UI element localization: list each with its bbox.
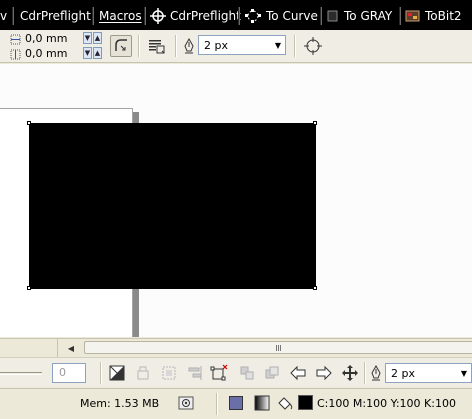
- macro-button-label: CdrPreflight: [170, 9, 241, 23]
- width-spinner[interactable]: ▼ ▲: [83, 32, 103, 44]
- outline-pen-icon: [370, 364, 382, 384]
- arrow-right-icon[interactable]: [315, 364, 333, 382]
- spin-down-arrow[interactable]: ▼: [83, 47, 92, 59]
- clear-envelope-icon[interactable]: [210, 364, 228, 382]
- status-bar: Mem: 1.53 MB C:100 M:100 Y:100 K:100: [0, 388, 472, 419]
- macro-button-to-gray[interactable]: To GRAY: [326, 8, 392, 24]
- align-icon: [186, 364, 204, 382]
- width-row: 0,0 mm: [0, 32, 83, 46]
- menu-item-label: Macros: [99, 9, 142, 23]
- macro-button-cdrpreflight[interactable]: CdrPreflight: [150, 8, 241, 24]
- target-icon[interactable]: [304, 37, 322, 58]
- menu-item-label: CdrPreflight: [20, 9, 91, 23]
- corner-rounding-button[interactable]: [110, 35, 132, 57]
- fill-color-swatch[interactable]: [229, 396, 243, 410]
- chevron-down-icon[interactable]: ▼: [457, 364, 471, 382]
- macro-button-label: ToBit2: [425, 9, 462, 23]
- wrap-text-button[interactable]: [146, 36, 168, 58]
- outline-color-swatch[interactable]: [298, 395, 313, 410]
- spin-up-arrow[interactable]: ▲: [93, 47, 102, 59]
- macro-button-label: To GRAY: [344, 9, 393, 23]
- menu-item-view-partial[interactable]: v: [0, 8, 7, 24]
- scrollbar-thumb[interactable]: [84, 341, 472, 354]
- toolbar-separator: [100, 362, 102, 384]
- crosshair-icon: [150, 8, 166, 24]
- selection-handle-bottom-right[interactable]: [313, 286, 317, 290]
- memory-readout: Mem: 1.53 MB: [80, 397, 160, 410]
- menubar-separator: [238, 7, 240, 25]
- clear-transparency-icon[interactable]: [108, 364, 126, 382]
- toolbar-separator: [175, 35, 177, 57]
- macro-button-to-curve[interactable]: To Curve: [244, 8, 318, 24]
- width-dimension-icon: [10, 34, 21, 45]
- slider-track[interactable]: [0, 372, 42, 375]
- menubar-separator: [144, 7, 146, 25]
- round-corner-icon: [113, 37, 129, 56]
- freeze-icon: [160, 364, 178, 382]
- scroll-grip-icon: [276, 344, 281, 351]
- move-arrows-icon[interactable]: [341, 364, 359, 382]
- paint-bucket-icon[interactable]: [276, 395, 293, 411]
- bitmap-icon: [405, 8, 421, 24]
- selection-handle-top-left[interactable]: [27, 121, 31, 125]
- outline-width-value: 2 px: [204, 38, 228, 52]
- selection-handle-top-right[interactable]: [313, 121, 317, 125]
- toolbar-separator: [294, 35, 296, 57]
- menubar-separator: [12, 7, 14, 25]
- object-info-icon[interactable]: [178, 395, 194, 411]
- toolbar-separator: [138, 35, 140, 57]
- combine-icon: [263, 364, 281, 382]
- menubar-separator: [399, 7, 401, 25]
- toolbar-separator: [364, 362, 366, 384]
- outline-pen-icon: [183, 37, 195, 57]
- height-value-field[interactable]: 0,0 mm: [25, 47, 83, 61]
- page-navigator-area: [0, 339, 58, 357]
- wrap-paragraph-icon: [148, 38, 166, 57]
- height-row: 0,0 mm: [0, 47, 83, 61]
- cmyk-readout: C:100 M:100 Y:100 K:100: [317, 397, 456, 410]
- menu-item-macros[interactable]: Macros: [99, 8, 142, 24]
- menubar-separator: [92, 7, 94, 25]
- outline-width-select-bottom[interactable]: 2 px ▼: [385, 363, 472, 383]
- menubar-separator: [320, 7, 322, 25]
- gradient-fill-icon[interactable]: [254, 395, 270, 411]
- statusbar-separator: [216, 393, 218, 415]
- scroll-left-arrow[interactable]: ◀: [64, 341, 78, 355]
- drawing-canvas[interactable]: [0, 64, 472, 337]
- bottom-toolbar: 0 2 px ▼: [0, 357, 472, 387]
- selection-handle-bottom-left[interactable]: [27, 286, 31, 290]
- outline-width-select[interactable]: 2 px ▼: [198, 35, 286, 55]
- gray-swatch-icon: [326, 8, 340, 24]
- spin-down-arrow[interactable]: ▼: [83, 32, 92, 44]
- menu-item-label: v: [0, 9, 8, 23]
- width-value-field[interactable]: 0,0 mm: [25, 32, 83, 46]
- property-bar: 0,0 mm 0,0 mm ▼ ▲ ▼ ▲ 2 px ▼: [0, 30, 472, 63]
- arrow-left-icon[interactable]: [289, 364, 307, 382]
- menu-item-cdrpreflight[interactable]: CdrPreflight: [20, 8, 91, 24]
- chevron-down-icon[interactable]: ▼: [271, 36, 285, 54]
- horizontal-scrollbar[interactable]: ◀: [0, 338, 472, 357]
- height-dimension-icon: [10, 49, 21, 60]
- break-apart-icon: [238, 364, 256, 382]
- copy-properties-icon: [134, 364, 152, 382]
- outline-width-value: 2 px: [391, 366, 415, 380]
- height-spinner[interactable]: ▼ ▲: [83, 47, 103, 59]
- spin-up-arrow[interactable]: ▲: [93, 32, 102, 44]
- macro-button-tobit2[interactable]: ToBit2: [405, 8, 462, 24]
- macro-button-label: To Curve: [266, 9, 318, 23]
- curve-nodes-icon: [244, 8, 262, 24]
- numeric-field[interactable]: 0: [52, 363, 86, 383]
- macro-menubar: v CdrPreflight Macros CdrPreflight To Cu…: [0, 0, 472, 30]
- selected-rectangle[interactable]: [29, 123, 316, 289]
